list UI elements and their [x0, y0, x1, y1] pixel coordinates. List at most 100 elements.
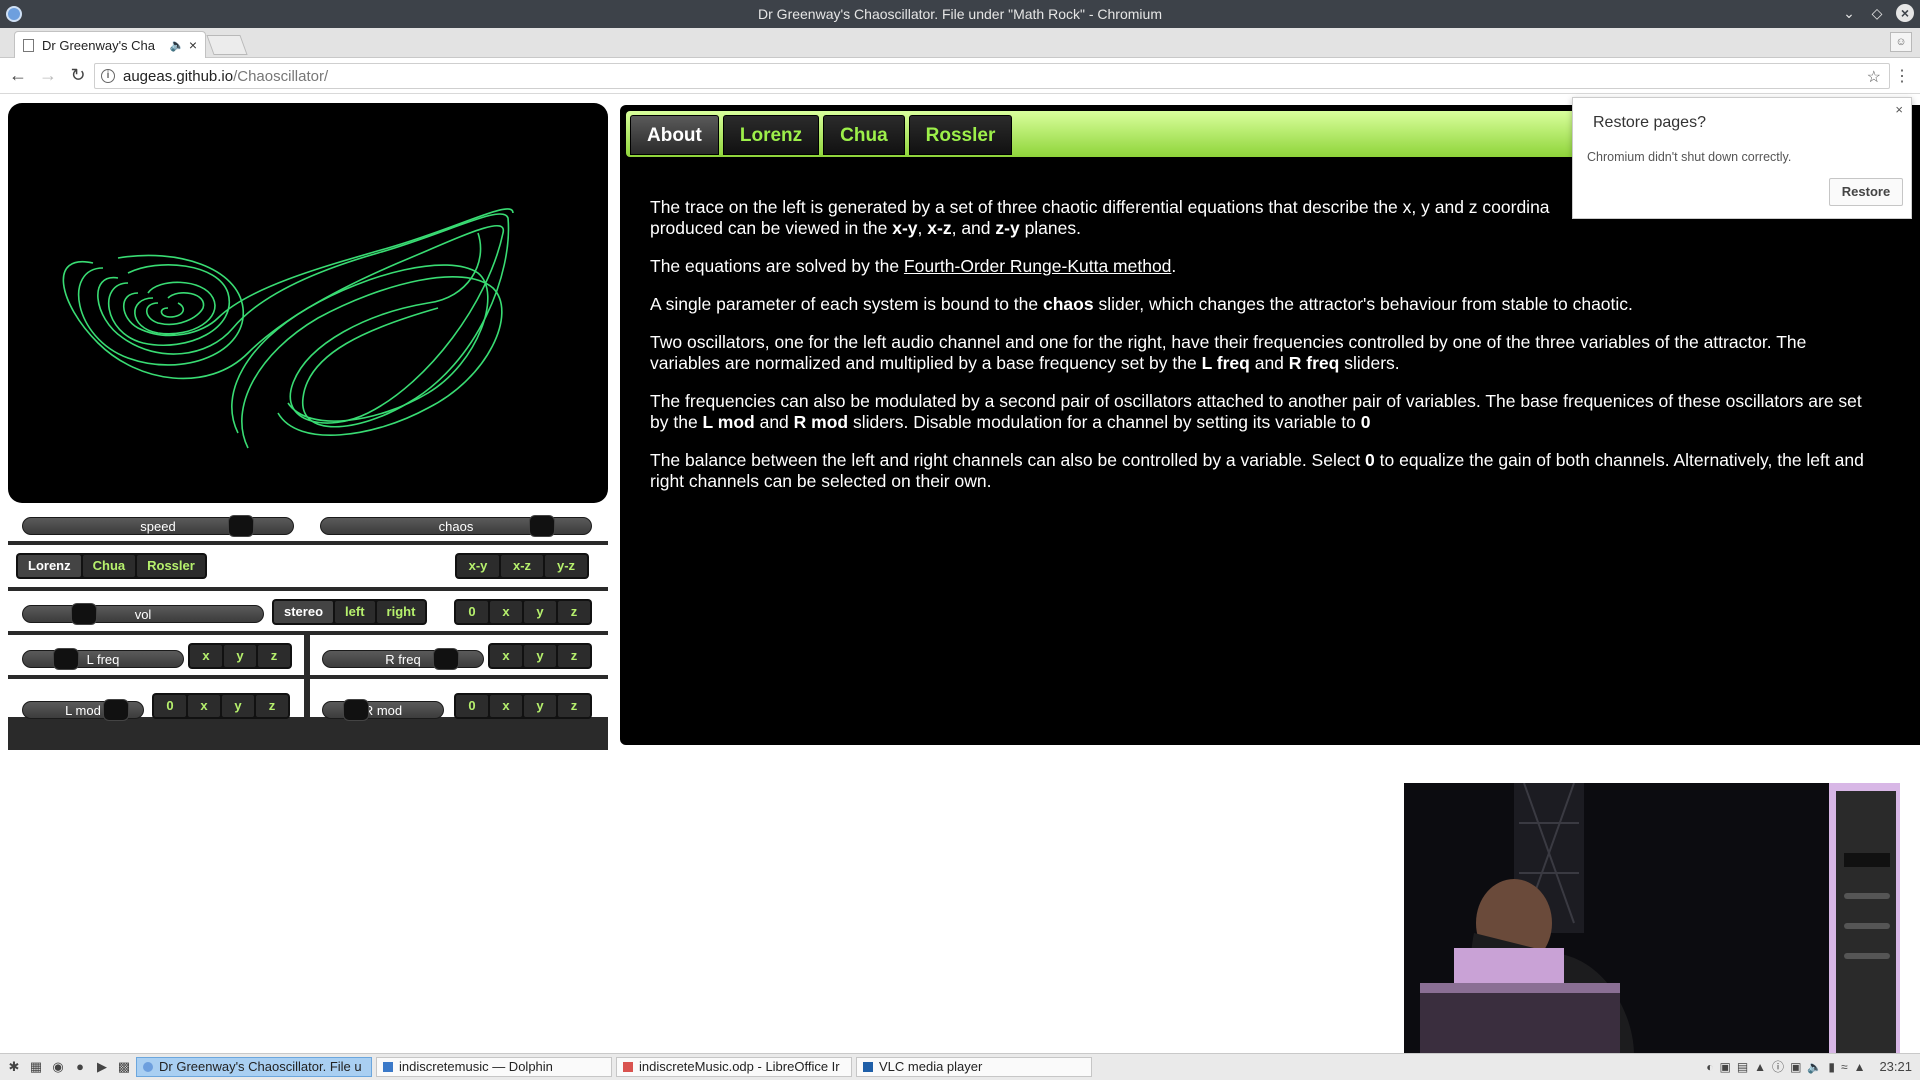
forward-button[interactable]: →	[36, 64, 60, 88]
minimize-button[interactable]: ⌄	[1840, 4, 1858, 22]
monitor-icon[interactable]: ▩	[116, 1059, 132, 1075]
reload-button[interactable]: ↻	[66, 64, 90, 88]
app-launcher-icon[interactable]: ✱	[6, 1059, 22, 1075]
vol-label: vol	[134, 607, 152, 622]
p3-text-b: slider, which changes the attractor's be…	[1093, 294, 1633, 314]
channel-option-right[interactable]: right	[376, 601, 426, 623]
bookmark-star-icon[interactable]: ☆	[1867, 67, 1881, 87]
speed-knob[interactable]	[228, 515, 254, 537]
close-icon[interactable]: ×	[1895, 102, 1903, 117]
r-freq-slider[interactable]: R freq	[322, 648, 484, 670]
clipboard-icon[interactable]: ▣	[1719, 1060, 1730, 1074]
expand-tray-icon[interactable]: ▲	[1854, 1060, 1866, 1074]
vol-knob[interactable]	[71, 603, 97, 625]
tab-chua[interactable]: Chua	[823, 115, 905, 155]
restore-button[interactable]: Restore	[1829, 178, 1903, 206]
r-mod-label: R mod	[363, 703, 403, 718]
r-mod-slider[interactable]: R mod	[322, 699, 444, 721]
address-bar[interactable]: i augeas.github.io/Chaoscillator/ ☆	[94, 63, 1890, 89]
presenter-video	[1404, 783, 1900, 1055]
r-mod-option-y[interactable]: y	[524, 695, 556, 717]
p1-end: planes.	[1019, 218, 1081, 238]
p5-bold-3: 0	[1360, 412, 1371, 432]
system-option-rossler[interactable]: Rossler	[137, 555, 205, 577]
balance-option-z[interactable]: z	[558, 601, 590, 623]
maximize-button[interactable]: ◇	[1868, 4, 1886, 22]
task-vlc[interactable]: VLC media player	[856, 1057, 1092, 1077]
r-mod-option-0[interactable]: 0	[456, 695, 488, 717]
tab-about[interactable]: About	[630, 115, 719, 155]
tab-lorenz[interactable]: Lorenz	[722, 115, 820, 155]
profile-icon[interactable]: ☺	[1890, 32, 1912, 52]
r-freq-option-z[interactable]: z	[558, 645, 590, 667]
balance-option-0[interactable]: 0	[456, 601, 488, 623]
page-content: speed chaos Lorenz Chua Rossler x-y x-z …	[0, 95, 1920, 1055]
l-freq-option-y[interactable]: y	[224, 645, 256, 667]
battery-icon[interactable]: ▮	[1828, 1060, 1835, 1074]
browser-tab[interactable]: Dr Greenway's Cha 🔈 ×	[14, 31, 206, 58]
wifi-icon[interactable]: ≈	[1841, 1060, 1848, 1074]
new-tab-button[interactable]	[206, 35, 248, 55]
l-mod-knob[interactable]	[103, 699, 129, 721]
close-window-button[interactable]: ×	[1896, 4, 1914, 22]
system-option-lorenz[interactable]: Lorenz	[18, 555, 81, 577]
system-tray: ◐ ▣ ▤ ▲ ⓘ ▣ 🔈 ▮ ≈ ▲ 23:21	[1706, 1058, 1912, 1075]
r-freq-option-x[interactable]: x	[490, 645, 522, 667]
speed-slider[interactable]: speed	[22, 515, 294, 537]
r-mod-option-x[interactable]: x	[490, 695, 522, 717]
notes-icon[interactable]: ▤	[1737, 1060, 1748, 1074]
l-mod-option-x[interactable]: x	[188, 695, 220, 717]
about-paragraph-3: A single parameter of each system is bou…	[650, 294, 1880, 315]
about-paragraph-4: Two oscillators, one for the left audio …	[650, 332, 1880, 374]
l-freq-option-z[interactable]: z	[258, 645, 290, 667]
task-libreoffice[interactable]: indiscreteMusic.odp - LibreOffice Ir	[616, 1057, 852, 1077]
r-freq-knob[interactable]	[433, 648, 459, 670]
l-mod-option-y[interactable]: y	[222, 695, 254, 717]
l-freq-knob[interactable]	[53, 648, 79, 670]
site-info-icon[interactable]: i	[101, 69, 115, 83]
l-mod-slider[interactable]: L mod	[22, 699, 144, 721]
chrome-icon[interactable]: ◉	[50, 1059, 66, 1075]
task-dolphin-label: indiscretemusic — Dolphin	[399, 1059, 553, 1074]
l-mod-option-z[interactable]: z	[256, 695, 288, 717]
back-button[interactable]: ←	[6, 64, 30, 88]
chaos-slider[interactable]: chaos	[320, 515, 592, 537]
browser-icon[interactable]: ●	[72, 1059, 88, 1075]
plane-option-yz[interactable]: y-z	[545, 555, 587, 577]
tab-rossler[interactable]: Rossler	[908, 115, 1013, 155]
l-freq-option-x[interactable]: x	[190, 645, 222, 667]
terminal-icon[interactable]: ▶	[94, 1059, 110, 1075]
l-mod-option-0[interactable]: 0	[154, 695, 186, 717]
task-vlc-label: VLC media player	[879, 1059, 983, 1074]
network-icon[interactable]: ◐	[1706, 1060, 1713, 1074]
clock[interactable]: 23:21	[1879, 1059, 1912, 1074]
r-freq-option-y[interactable]: y	[524, 645, 556, 667]
vol-slider[interactable]: vol	[22, 603, 264, 625]
tab-title: Dr Greenway's Cha	[42, 37, 156, 53]
chaos-knob[interactable]	[529, 515, 555, 537]
audio-playing-icon[interactable]: 🔈	[170, 38, 185, 52]
r-mod-knob[interactable]	[343, 699, 369, 721]
p5-bold-1: L mod	[702, 412, 755, 432]
display-icon[interactable]: ▣	[1790, 1060, 1801, 1074]
l-freq-slider[interactable]: L freq	[22, 648, 184, 670]
info-icon[interactable]: ⓘ	[1772, 1058, 1784, 1075]
task-dolphin[interactable]: indiscretemusic — Dolphin	[376, 1057, 612, 1077]
balance-option-y[interactable]: y	[524, 601, 556, 623]
system-option-chua[interactable]: Chua	[82, 555, 136, 577]
restore-message: Chromium didn't shut down correctly.	[1587, 150, 1792, 164]
volume-icon[interactable]: 🔈	[1807, 1060, 1822, 1074]
browser-menu-icon[interactable]: ⋮	[1894, 66, 1910, 86]
updates-icon[interactable]: ▲	[1754, 1060, 1766, 1074]
balance-option-x[interactable]: x	[490, 601, 522, 623]
channel-option-left[interactable]: left	[335, 601, 375, 623]
r-mod-option-z[interactable]: z	[558, 695, 590, 717]
channel-option-stereo[interactable]: stereo	[274, 601, 334, 623]
task-manager-icon[interactable]: ▦	[28, 1059, 44, 1075]
task-chromium[interactable]: Dr Greenway's Chaoscillator. File u	[136, 1057, 372, 1077]
tab-close-icon[interactable]: ×	[189, 37, 197, 53]
about-text: The trace on the left is generated by a …	[650, 197, 1880, 509]
runge-kutta-link[interactable]: Fourth-Order Runge-Kutta method	[904, 256, 1172, 276]
plane-option-xy[interactable]: x-y	[457, 555, 499, 577]
plane-option-xz[interactable]: x-z	[501, 555, 543, 577]
